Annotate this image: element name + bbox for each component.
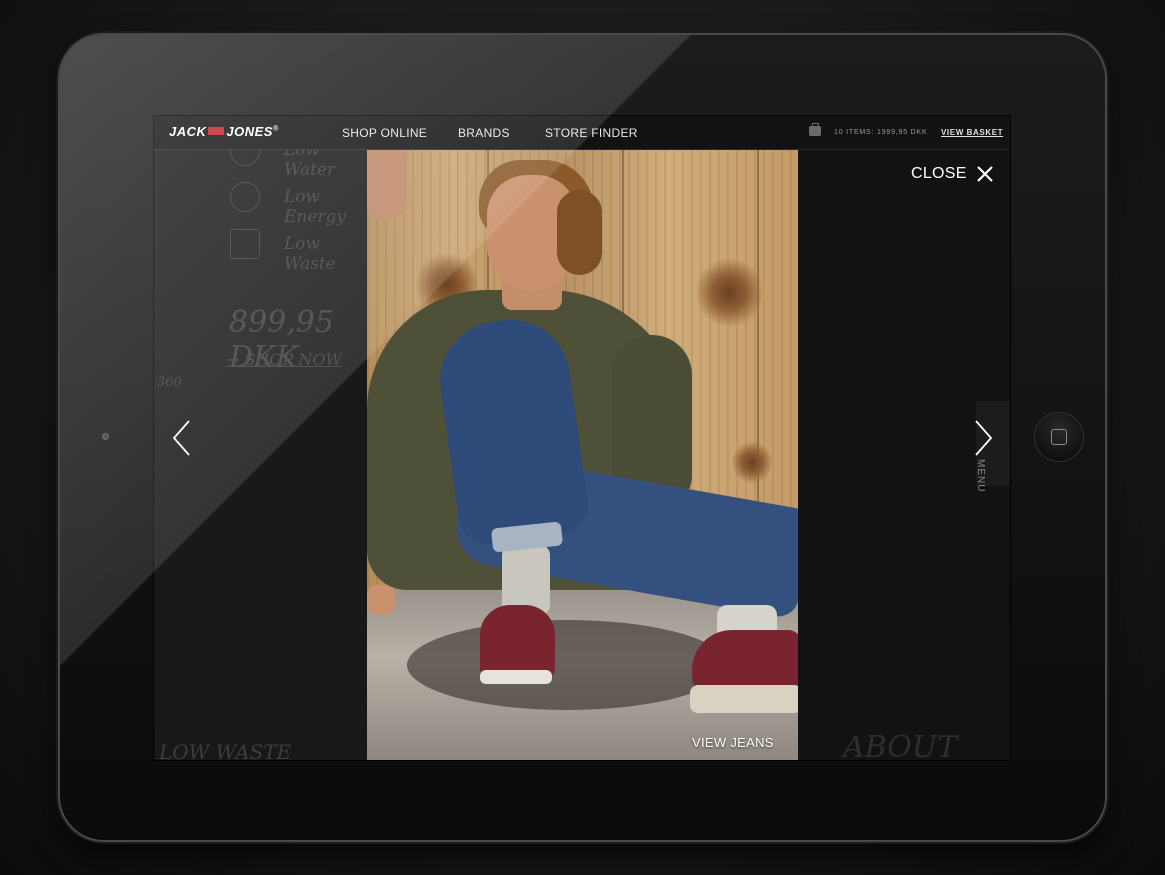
close-button[interactable]: CLOSE	[911, 165, 967, 183]
tablet-device: Low Water Low Energy Low Waste 899,95 DK…	[60, 35, 1105, 840]
chevron-left-icon[interactable]	[171, 418, 193, 458]
waste-bin-icon	[230, 229, 260, 259]
close-icon[interactable]	[975, 164, 995, 184]
nav-brands[interactable]: BRANDS	[458, 126, 510, 140]
hand	[367, 585, 395, 615]
logo-mark	[208, 127, 225, 135]
nav-store-finder[interactable]: STORE FINDER	[545, 126, 638, 140]
view-jeans-link[interactable]: VIEW JEANS	[692, 735, 774, 750]
sneaker-sole	[690, 685, 798, 713]
scale-label: 360	[157, 375, 182, 390]
shop-now-link[interactable]: → SHOP NOW	[226, 350, 342, 369]
logo-text-left: JACK	[169, 124, 207, 139]
energy-icon	[230, 182, 260, 212]
sneaker-sole	[480, 670, 552, 684]
hand	[367, 150, 407, 220]
bottom-right-text: ABOUT LOW	[843, 730, 958, 760]
view-basket-link[interactable]: VIEW BASKET	[941, 128, 1003, 137]
bottom-left-text: LOW WASTE	[159, 740, 292, 760]
product-photo: VIEW JEANS	[367, 150, 798, 760]
brand-logo[interactable]: JACK JONES®	[169, 124, 279, 139]
wood-knot	[732, 440, 772, 485]
wood-knot	[697, 255, 762, 330]
sneaker	[480, 605, 555, 680]
feature-low-energy: Low Energy	[284, 187, 347, 227]
front-camera	[102, 433, 109, 440]
top-navigation-bar: JACK JONES® SHOP ONLINE BRANDS STORE FIND…	[154, 116, 1010, 150]
logo-text-right: JONES	[226, 124, 273, 139]
home-button[interactable]	[1035, 413, 1083, 461]
feature-low-waste: Low Waste	[284, 234, 336, 274]
shopping-bag-icon[interactable]	[809, 123, 821, 136]
tablet-screen: Low Water Low Energy Low Waste 899,95 DK…	[154, 116, 1010, 760]
chevron-right-icon[interactable]	[972, 418, 994, 458]
side-menu-label: MENU	[975, 459, 986, 493]
nav-shop-online[interactable]: SHOP ONLINE	[342, 126, 427, 140]
shadow	[407, 620, 727, 710]
basket-summary: 10 ITEMS: 1999,95 DKK	[834, 129, 928, 136]
logo-trademark: ®	[272, 125, 279, 133]
hair	[557, 190, 602, 275]
